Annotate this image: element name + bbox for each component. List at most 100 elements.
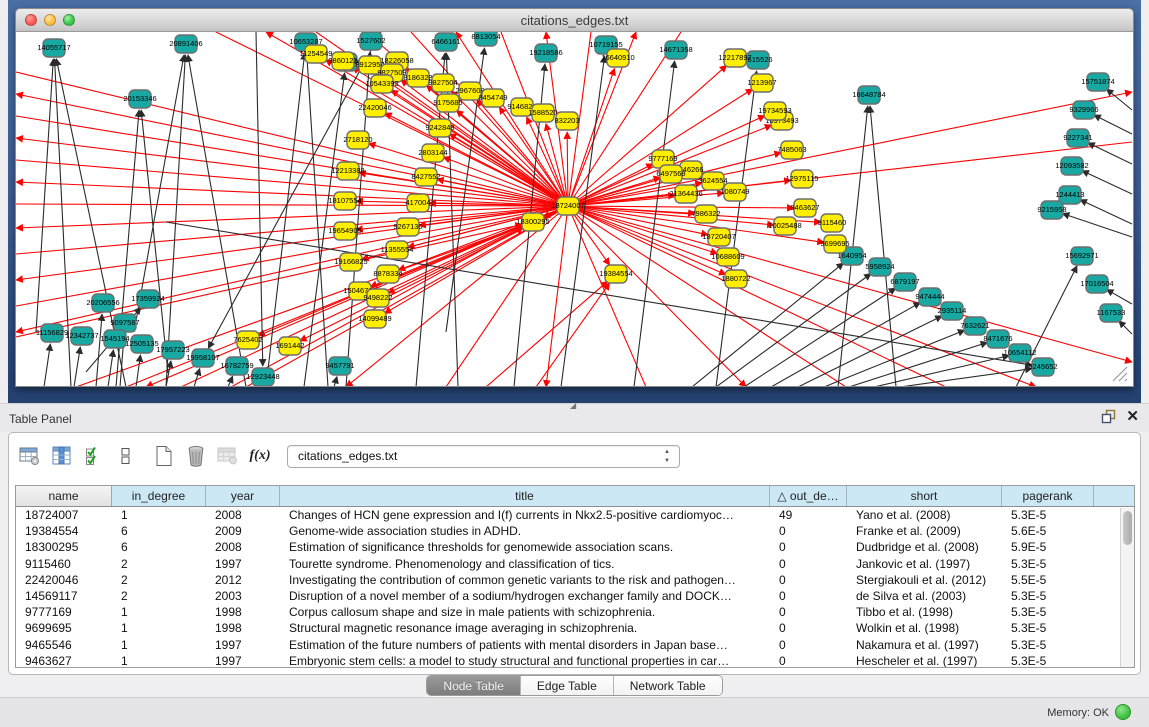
graph-node[interactable]: 9175685 — [433, 94, 462, 112]
table-cell[interactable]: 0 — [770, 638, 847, 652]
column-header-pagerank[interactable]: pagerank — [1002, 486, 1094, 506]
graph-node[interactable]: 9242848 — [425, 119, 454, 137]
table-cell[interactable]: 2008 — [206, 540, 280, 554]
table-cell[interactable]: 0 — [770, 589, 847, 603]
canvas-resize-grip[interactable] — [1111, 365, 1129, 383]
delete-table-icon[interactable] — [183, 442, 209, 470]
graph-node[interactable]: 18107554 — [328, 192, 361, 210]
graph-node[interactable]: 12505135 — [125, 335, 158, 353]
graph-node[interactable]: 1588520 — [528, 104, 557, 122]
table-cell[interactable]: 5.3E-5 — [1002, 589, 1094, 603]
minimize-window-button[interactable] — [44, 14, 56, 26]
table-cell[interactable]: 5.3E-5 — [1002, 621, 1094, 635]
table-cell[interactable]: 0 — [770, 654, 847, 668]
graph-node[interactable]: 1213967 — [747, 74, 776, 92]
graph-node[interactable]: 9860123 — [328, 52, 357, 70]
table-cell[interactable]: Corpus callosum shape and size in male p… — [280, 605, 770, 619]
table-cell[interactable]: 2 — [112, 573, 206, 587]
graph-node[interactable]: 14671358 — [659, 41, 692, 59]
tab-node-table[interactable]: Node Table — [427, 676, 521, 695]
float-panel-icon[interactable] — [1101, 409, 1116, 424]
graph-node[interactable]: 2803144 — [418, 144, 447, 162]
graph-node[interactable]: 14055717 — [37, 39, 70, 57]
graph-node[interactable]: 417004 — [405, 194, 430, 212]
graph-node[interactable]: 8471676 — [983, 330, 1012, 348]
graph-node[interactable]: 1080749 — [720, 183, 749, 201]
table-cell[interactable]: 0 — [770, 573, 847, 587]
tab-edge-table[interactable]: Edge Table — [521, 676, 614, 695]
table-cell[interactable]: 2009 — [206, 524, 280, 538]
table-cell[interactable]: 2 — [112, 557, 206, 571]
graph-node[interactable]: 19384554 — [599, 265, 632, 283]
graph-node[interactable]: 7632621 — [960, 317, 989, 335]
table-cell[interactable]: 1998 — [206, 605, 280, 619]
table-cell[interactable]: Tourette syndrome. Phenomenology and cla… — [280, 557, 770, 571]
table-cell[interactable]: Yano et al. (2008) — [847, 508, 1002, 522]
table-cell[interactable]: Jankovic et al. (1997) — [847, 557, 1002, 571]
table-cell[interactable]: 1997 — [206, 654, 280, 668]
table-cell[interactable]: Structural magnetic resonance image aver… — [280, 621, 770, 635]
graph-node[interactable]: 1691442 — [275, 337, 304, 355]
table-cell[interactable]: 5.3E-5 — [1002, 638, 1094, 652]
graph-node[interactable]: 10654112 — [1004, 344, 1037, 362]
table-cell[interactable]: 1 — [112, 638, 206, 652]
column-header-in_degree[interactable]: in_degree — [112, 486, 206, 506]
graph-node[interactable]: 18720407 — [702, 228, 735, 246]
table-row[interactable]: 946554611997Estimation of the future num… — [16, 637, 1134, 653]
graph-node[interactable]: 6879197 — [890, 273, 919, 291]
graph-node[interactable]: 9699695 — [820, 235, 849, 253]
table-cell[interactable]: 5.3E-5 — [1002, 508, 1094, 522]
function-builder-icon[interactable]: f(x) — [247, 442, 273, 470]
table-row[interactable]: 1830029562008Estimation of significance … — [16, 539, 1134, 555]
graph-node[interactable]: 6497568 — [656, 165, 685, 183]
network-canvas[interactable]: 1872400714055717208914061065328715276027… — [16, 32, 1133, 387]
network-window-titlebar[interactable]: citations_edges.txt — [16, 9, 1133, 32]
table-cell[interactable]: Wolkin et al. (1998) — [847, 621, 1002, 635]
column-header-year[interactable]: year — [206, 486, 280, 506]
table-cell[interactable]: 1998 — [206, 621, 280, 635]
table-settings-icon[interactable] — [17, 442, 43, 470]
graph-node[interactable]: 12975115 — [786, 170, 819, 188]
table-row[interactable]: 969969511998Structural magnetic resonanc… — [16, 620, 1134, 636]
close-window-button[interactable] — [25, 14, 37, 26]
table-cell[interactable]: 1 — [112, 621, 206, 635]
graph-node[interactable]: 19958107 — [186, 349, 219, 367]
graph-node[interactable]: 9498222 — [363, 289, 392, 307]
table-cell[interactable]: Dudbridge et al. (2008) — [847, 540, 1002, 554]
graph-node[interactable]: 9457791 — [325, 357, 354, 375]
graph-node[interactable]: 1527602 — [356, 32, 385, 50]
table-cell[interactable]: 49 — [770, 508, 847, 522]
table-cell[interactable]: 1997 — [206, 638, 280, 652]
table-cell[interactable]: 1 — [112, 654, 206, 668]
column-header-name[interactable]: name — [16, 486, 112, 506]
graph-node[interactable]: 7986322 — [691, 205, 720, 223]
graph-node[interactable]: 1167533 — [1097, 304, 1126, 322]
table-row[interactable]: 977716911998Corpus callosum shape and si… — [16, 604, 1134, 620]
graph-node[interactable]: 8454749 — [478, 89, 507, 107]
table-cell[interactable]: Estimation of the future numbers of pati… — [280, 638, 770, 652]
graph-node[interactable]: 12342737 — [65, 327, 98, 345]
graph-node[interactable]: 7485063 — [777, 141, 806, 159]
graph-node[interactable]: 19218586 — [529, 44, 562, 62]
table-cell[interactable]: Franke et al. (2009) — [847, 524, 1002, 538]
graph-node[interactable]: 1880722 — [721, 270, 750, 288]
table-cell[interactable]: 22420046 — [16, 573, 112, 587]
table-cell[interactable]: 6 — [112, 540, 206, 554]
table-cell[interactable]: 5.5E-5 — [1002, 573, 1094, 587]
graph-node[interactable]: 11355554 — [381, 241, 414, 259]
table-cell[interactable]: 9463627 — [16, 654, 112, 668]
graph-node[interactable]: 15751874 — [1081, 73, 1114, 91]
table-cell[interactable]: 0 — [770, 540, 847, 554]
column-header-title[interactable]: title — [280, 486, 770, 506]
table-cell[interactable]: 2003 — [206, 589, 280, 603]
table-row[interactable]: 2242004622012Investigating the contribut… — [16, 572, 1134, 588]
column-header-out_de[interactable]: △ out_de… — [770, 486, 847, 506]
table-cell[interactable]: 0 — [770, 605, 847, 619]
table-cell[interactable]: 0 — [770, 621, 847, 635]
graph-node[interactable]: 9329966 — [1069, 101, 1098, 119]
table-cell[interactable]: 6 — [112, 524, 206, 538]
table-cell[interactable]: Disruption of a novel member of a sodium… — [280, 589, 770, 603]
table-row[interactable]: 946362711997Embryonic stem cells: a mode… — [16, 653, 1134, 668]
table-selector-dropdown[interactable]: citations_edges.txt ▲▼ — [287, 445, 680, 468]
table-cell[interactable]: Estimation of significance thresholds fo… — [280, 540, 770, 554]
